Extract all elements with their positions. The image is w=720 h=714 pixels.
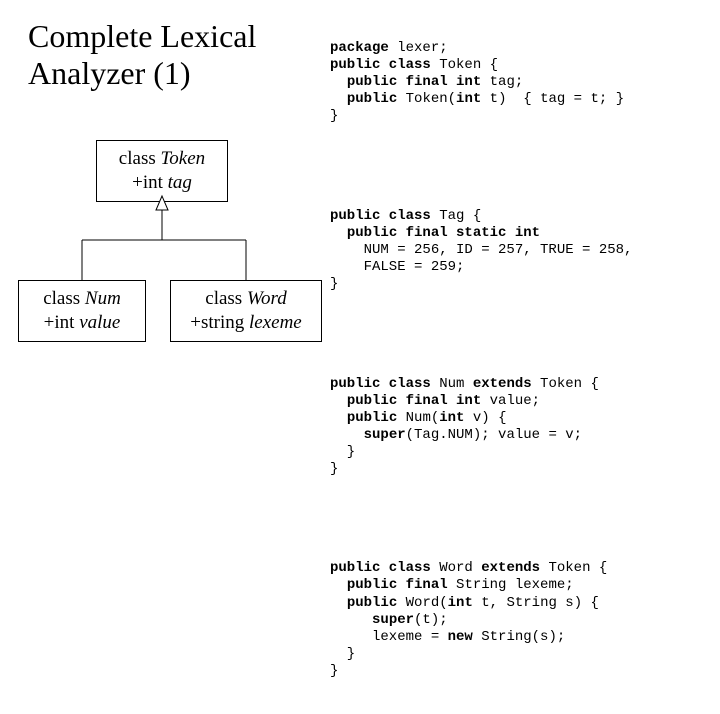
field-prefix: + xyxy=(44,312,55,333)
code-block-token: package lexer; public class Token { publ… xyxy=(330,40,710,125)
class-name: Token xyxy=(160,148,205,169)
code-block-word: public class Word extends Token { public… xyxy=(330,560,710,680)
uml-class-word: class Word +string lexeme xyxy=(170,280,322,342)
uml-class-token: class Token +int tag xyxy=(96,140,228,202)
class-keyword: class xyxy=(43,288,80,309)
field-name: tag xyxy=(168,172,192,193)
slide-title: Complete Lexical Analyzer (1) xyxy=(28,18,328,92)
field-type: int xyxy=(54,312,74,333)
code-gap xyxy=(330,512,710,526)
uml-class-word-header: class Word xyxy=(181,287,311,311)
uml-class-num-header: class Num xyxy=(29,287,135,311)
class-keyword: class xyxy=(119,148,156,169)
code-gap xyxy=(330,327,710,341)
field-type: string xyxy=(201,312,244,333)
uml-class-token-header: class Token xyxy=(107,147,217,171)
field-prefix: + xyxy=(132,172,143,193)
field-name: lexeme xyxy=(249,312,302,333)
code-block-tag: public class Tag { public final static i… xyxy=(330,208,710,293)
code-block-num: public class Num extends Token { public … xyxy=(330,376,710,478)
uml-class-word-field: +string lexeme xyxy=(181,311,311,335)
code-column: package lexer; public class Token { publ… xyxy=(330,6,710,714)
class-name: Word xyxy=(247,288,287,309)
class-name: Num xyxy=(85,288,121,309)
field-type: int xyxy=(143,172,163,193)
code-gap xyxy=(330,160,710,174)
field-name: value xyxy=(79,312,120,333)
field-prefix: + xyxy=(190,312,201,333)
uml-class-num: class Num +int value xyxy=(18,280,146,342)
class-keyword: class xyxy=(205,288,242,309)
uml-class-token-field: +int tag xyxy=(107,171,217,195)
uml-class-num-field: +int value xyxy=(29,311,135,335)
